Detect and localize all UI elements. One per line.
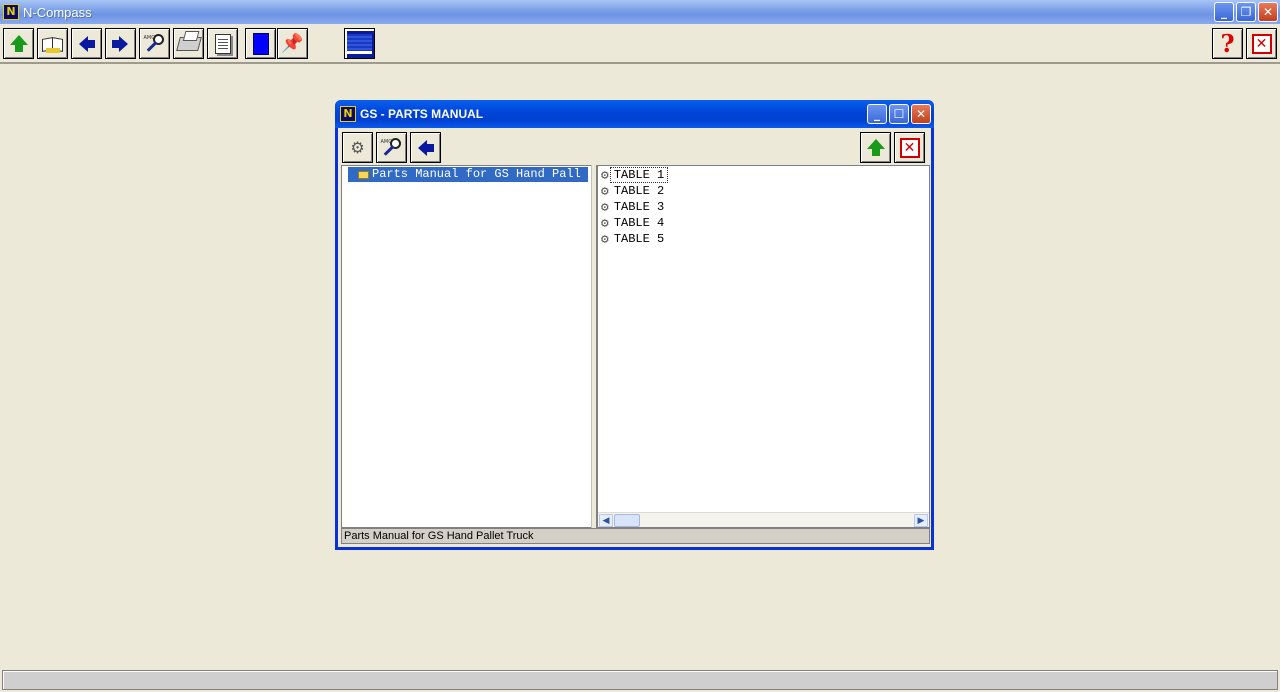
child-exit-button[interactable]: ✕ (894, 132, 925, 163)
notes-button[interactable] (207, 28, 238, 59)
list-item-label: TABLE 1 (609, 167, 669, 183)
child-toolbar: ⚙ AMO ✕ (338, 128, 931, 164)
magnifier-icon: AMO (381, 137, 403, 159)
blue-page-icon (252, 32, 269, 55)
bookmark-button[interactable] (245, 28, 276, 59)
app-title: N-Compass (23, 4, 92, 20)
open-book-icon (41, 36, 64, 53)
main-window-controls: _ ❐ ✕ (1214, 2, 1278, 22)
gear-icon: ⚙ (601, 215, 609, 231)
pin-icon: 📌 (281, 32, 304, 54)
close-icon: ✕ (915, 107, 927, 121)
clipboard-icon (214, 33, 231, 54)
tree-item-parts-manual[interactable]: Parts Manual for GS Hand Pall (348, 167, 588, 182)
printer-icon (175, 36, 202, 51)
child-maximize-button[interactable]: ☐ (889, 104, 909, 124)
pin-button[interactable]: 📌 (277, 28, 308, 59)
list-item-table-3[interactable]: ⚙ TABLE 3 (601, 199, 667, 215)
left-arrow-icon (418, 139, 434, 156)
child-window-title: GS - PARTS MANUAL (360, 107, 484, 121)
scroll-right-button[interactable]: ▶ (914, 514, 928, 527)
list-item-label: TABLE 2 (613, 184, 665, 198)
gear-icon: ⚙ (601, 167, 609, 183)
list-item-label: TABLE 5 (613, 232, 665, 246)
list-item-table-1[interactable]: ⚙ TABLE 1 (601, 167, 669, 183)
child-status-bar: Parts Manual for GS Hand Pallet Truck (341, 528, 930, 544)
list-item-table-2[interactable]: ⚙ TABLE 2 (601, 183, 667, 199)
close-x-icon: ✕ (899, 137, 920, 158)
main-title-bar[interactable]: N N-Compass _ ❐ ✕ (0, 0, 1280, 24)
status-text: Parts Manual for GS Hand Pallet Truck (344, 530, 534, 542)
chevron-right-icon: ▶ (917, 515, 925, 525)
child-window-controls: _ ☐ ✕ (867, 104, 931, 124)
print-button[interactable] (173, 28, 204, 59)
display-button[interactable] (344, 28, 375, 59)
up-arrow-icon (9, 34, 28, 52)
main-status-bar (2, 670, 1278, 690)
gear-icon: ⚙ (350, 138, 365, 157)
chevron-left-icon: ◀ (602, 515, 610, 525)
up-arrow-icon (866, 138, 885, 156)
magnifier-icon: AMO (144, 33, 166, 55)
gear-icon: ⚙ (601, 199, 609, 215)
gear-button[interactable]: ⚙ (342, 132, 373, 163)
child-minimize-button[interactable]: _ (867, 104, 887, 124)
child-close-button[interactable]: ✕ (911, 104, 931, 124)
list-pane[interactable]: ⚙ TABLE 1 ⚙ TABLE 2 ⚙ TABLE 3 ⚙ TABLE 4 … (597, 165, 930, 528)
gear-icon: ⚙ (601, 231, 609, 247)
gear-icon: ⚙ (601, 183, 609, 199)
list-item-table-4[interactable]: ⚙ TABLE 4 (601, 215, 667, 231)
exit-button[interactable]: ✕ (1246, 28, 1277, 59)
child-up-button[interactable] (860, 132, 891, 163)
right-arrow-icon (112, 35, 128, 52)
list-item-label: TABLE 4 (613, 216, 665, 230)
minimize-button[interactable]: _ (1214, 2, 1234, 22)
parts-manual-window: N GS - PARTS MANUAL _ ☐ ✕ ⚙ AMO ✕ Parts … (335, 100, 934, 550)
child-back-button[interactable] (410, 132, 441, 163)
maximize-icon: ☐ (893, 107, 905, 121)
main-toolbar: AMO 📌 ? ✕ (0, 24, 1280, 64)
monitor-icon (347, 33, 372, 54)
back-button[interactable] (71, 28, 102, 59)
app-logo-icon[interactable]: N (3, 4, 19, 20)
help-button[interactable]: ? (1212, 28, 1243, 59)
child-app-icon[interactable]: N (340, 106, 356, 122)
open-book-button[interactable] (37, 28, 68, 59)
zoom-button[interactable]: AMO (139, 28, 170, 59)
tree-item-label: Parts Manual for GS Hand Pall (372, 167, 581, 181)
left-arrow-icon (79, 35, 95, 52)
close-x-icon: ✕ (1251, 33, 1272, 54)
child-zoom-button[interactable]: AMO (376, 132, 407, 163)
forward-button[interactable] (105, 28, 136, 59)
up-button[interactable] (3, 28, 34, 59)
scroll-left-button[interactable]: ◀ (599, 514, 613, 527)
minimize-icon: _ (874, 107, 880, 121)
close-icon: ✕ (1262, 5, 1274, 19)
minimize-icon: _ (1221, 5, 1227, 19)
list-item-table-5[interactable]: ⚙ TABLE 5 (601, 231, 667, 247)
tree-pane[interactable]: Parts Manual for GS Hand Pall (341, 165, 591, 528)
horizontal-scrollbar[interactable]: ◀ ▶ (598, 512, 929, 527)
restore-icon: ❐ (1240, 5, 1252, 19)
close-button[interactable]: ✕ (1258, 2, 1278, 22)
question-mark-icon: ? (1220, 29, 1235, 58)
restore-button[interactable]: ❐ (1236, 2, 1256, 22)
scrollbar-thumb[interactable] (614, 514, 640, 527)
folder-icon (358, 170, 369, 179)
child-title-bar[interactable]: N GS - PARTS MANUAL _ ☐ ✕ (335, 100, 934, 128)
list-item-label: TABLE 3 (613, 200, 665, 214)
